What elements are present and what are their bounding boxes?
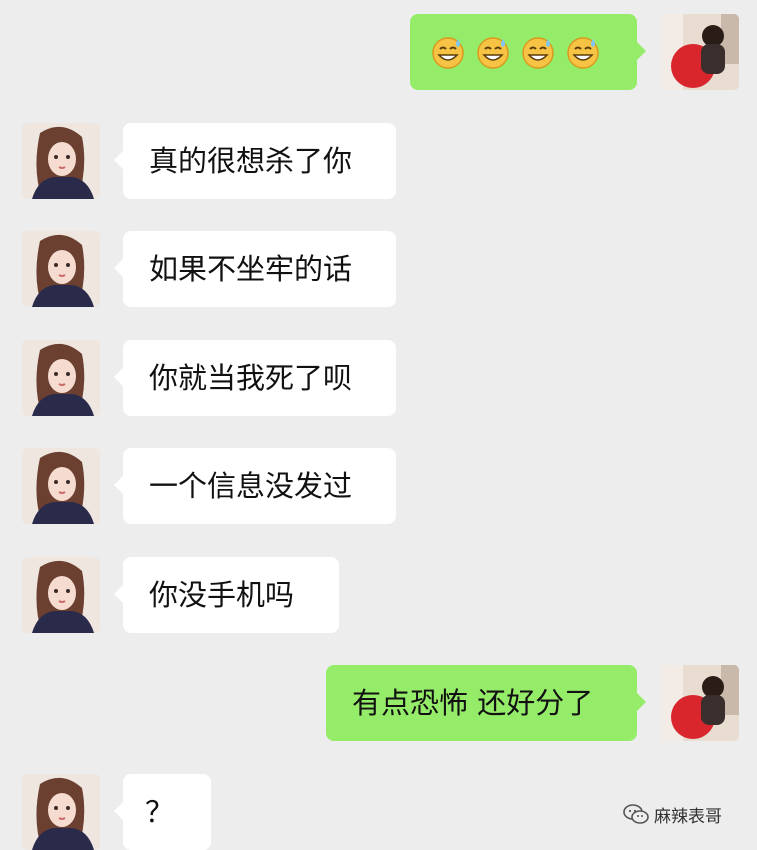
watermark-text: 麻辣表哥 (654, 806, 722, 827)
girl-avatar-icon (22, 557, 100, 633)
contact-avatar[interactable] (22, 448, 100, 524)
my-avatar[interactable] (661, 665, 739, 741)
contact-avatar[interactable] (22, 557, 100, 633)
outgoing-message-bubble[interactable]: 有点恐怖 还好分了 (326, 665, 646, 741)
emoji-group (430, 14, 617, 90)
wechat-icon (623, 804, 649, 824)
incoming-message-bubble[interactable]: 如果不坐牢的话 (114, 231, 396, 307)
incoming-message-bubble[interactable]: 真的很想杀了你 (114, 123, 396, 199)
contact-avatar[interactable] (22, 123, 100, 199)
girl-avatar-icon (22, 231, 100, 307)
incoming-message-bubble[interactable]: ？ (114, 774, 211, 850)
sweat-smile-emoji-icon (522, 37, 554, 69)
incoming-message-bubble[interactable]: 一个信息没发过 (114, 448, 396, 524)
boy-avatar-icon (661, 665, 739, 741)
contact-avatar[interactable] (22, 340, 100, 416)
my-avatar[interactable] (661, 14, 739, 90)
sweat-smile-emoji-icon (567, 37, 599, 69)
watermark: 麻辣表哥 (623, 799, 722, 829)
incoming-message-bubble[interactable]: 你没手机吗 (114, 557, 339, 633)
contact-avatar[interactable] (22, 231, 100, 307)
girl-avatar-icon (22, 340, 100, 416)
girl-avatar-icon (22, 123, 100, 199)
sweat-smile-emoji-icon (477, 37, 509, 69)
sweat-smile-emoji-icon (432, 37, 464, 69)
girl-avatar-icon (22, 448, 100, 524)
outgoing-message-bubble[interactable] (410, 14, 646, 90)
boy-avatar-icon (661, 14, 739, 90)
contact-avatar[interactable] (22, 774, 100, 850)
girl-avatar-icon (22, 774, 100, 850)
incoming-message-bubble[interactable]: 你就当我死了呗 (114, 340, 396, 416)
